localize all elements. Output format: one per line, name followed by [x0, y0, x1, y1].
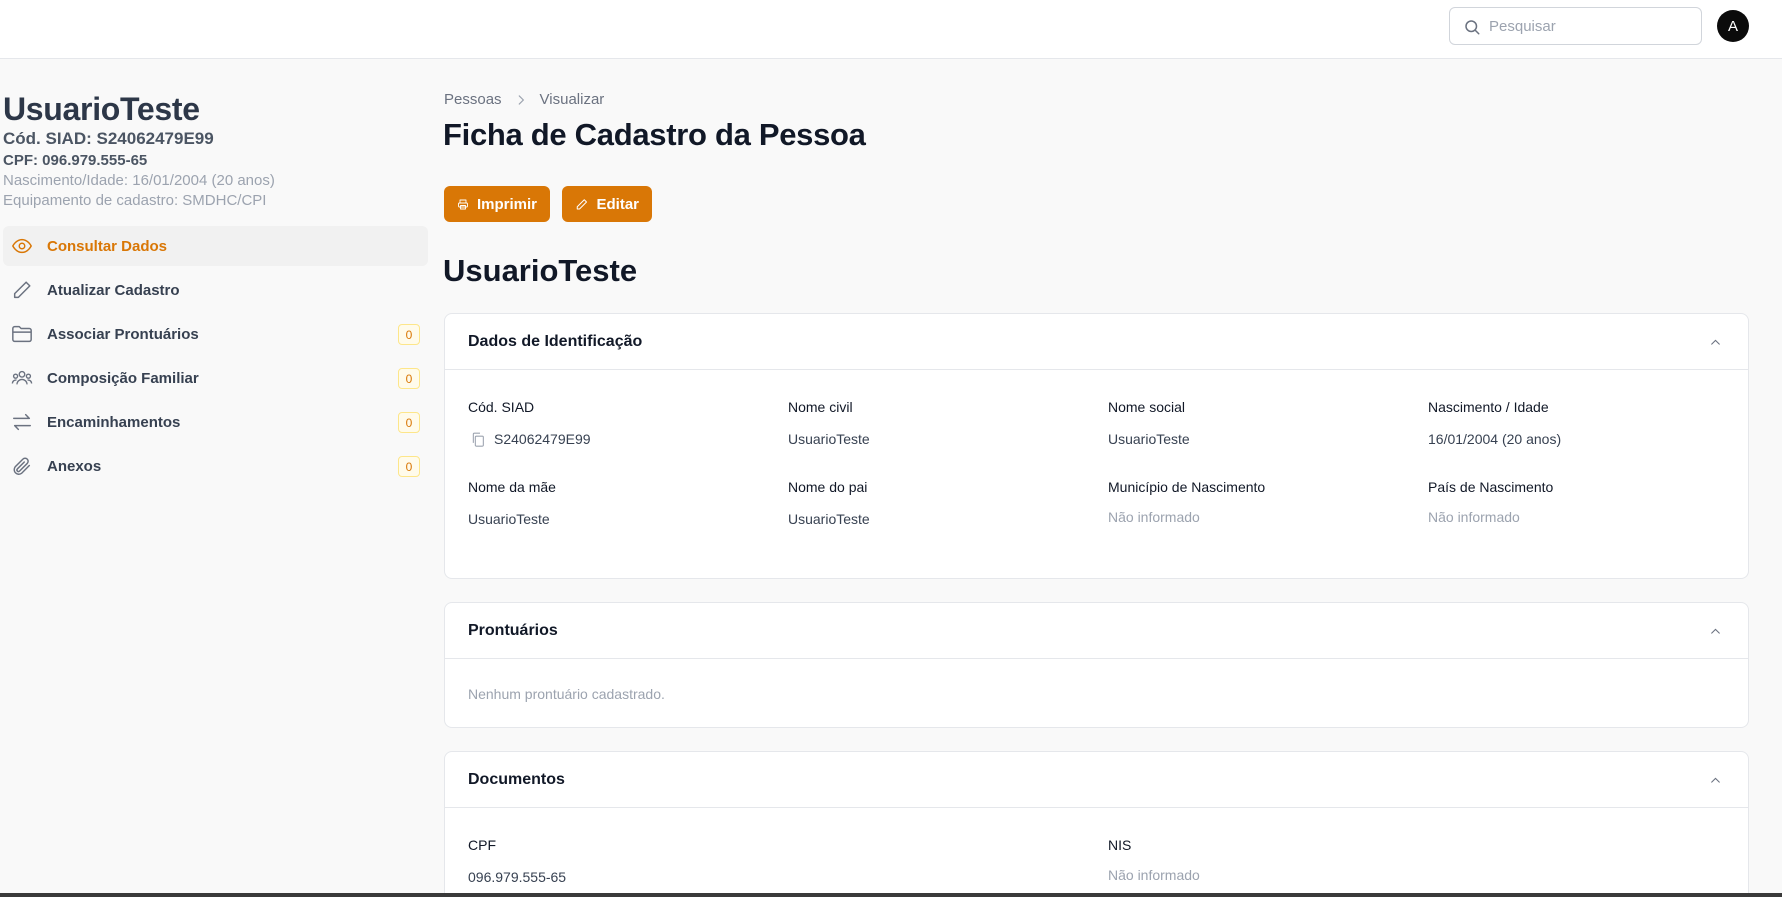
card-title: Prontuários [468, 622, 558, 639]
prontuarios-card-header[interactable]: Prontuários [445, 603, 1748, 659]
sidebar-item-label: Atualizar Cadastro [47, 281, 180, 299]
field-value: Não informado [1108, 509, 1200, 525]
count-badge: 0 [398, 412, 420, 433]
sidebar-item-composicao-familiar[interactable]: Composição Familiar 0 [3, 358, 428, 398]
chevron-up-icon[interactable] [1709, 774, 1722, 787]
field-label: País de Nascimento [1428, 479, 1554, 495]
breadcrumb: Pessoas Visualizar [444, 91, 604, 108]
breadcrumb-pessoas[interactable]: Pessoas [444, 91, 502, 108]
count-badge: 0 [398, 368, 420, 389]
field-label: CPF [468, 837, 496, 853]
field-value: 096.979.555-65 [468, 869, 567, 885]
pencil-icon [576, 198, 588, 210]
sidebar-nav: Consultar Dados Atualizar Cadastro Assoc… [3, 226, 428, 490]
person-cpf: CPF: 096.979.555-65 [3, 152, 148, 169]
chevron-right-icon [514, 93, 528, 107]
search-input[interactable] [1489, 17, 1689, 35]
search-box[interactable] [1449, 7, 1702, 45]
field-label: Nome da mãe [468, 479, 556, 495]
field-value: UsuarioTeste [1108, 431, 1190, 447]
sidebar-item-encaminhamentos[interactable]: Encaminhamentos 0 [3, 402, 428, 442]
person-siad: Cód. SIAD: S24062479E99 [3, 129, 214, 148]
sidebar-item-anexos[interactable]: Anexos 0 [3, 446, 428, 486]
sidebar-item-label: Associar Prontuários [47, 325, 199, 343]
field-value: UsuarioTeste [788, 431, 870, 447]
identification-card: Dados de Identificação Cód. SIAD S240624… [444, 313, 1749, 579]
field-label: Nome social [1108, 399, 1186, 415]
card-title: Documentos [468, 771, 565, 788]
field-value: 16/01/2004 (20 anos) [1428, 431, 1562, 447]
documentos-card: Documentos CPF 096.979.555-65 NIS Não in… [444, 751, 1749, 897]
identification-card-header[interactable]: Dados de Identificação [445, 314, 1748, 370]
edit-button[interactable]: Editar [562, 186, 652, 222]
folder-icon [12, 325, 32, 343]
copy-icon[interactable] [470, 431, 486, 448]
sidebar-item-label: Anexos [47, 457, 102, 475]
field-value: Não informado [1108, 867, 1200, 883]
sidebar-item-label: Consultar Dados [47, 237, 168, 255]
avatar[interactable]: A [1717, 10, 1749, 42]
print-label: Imprimir [476, 195, 537, 213]
sidebar-item-consultar-dados[interactable]: Consultar Dados [3, 226, 428, 266]
eye-icon [12, 238, 32, 254]
breadcrumb-visualizar: Visualizar [539, 91, 605, 108]
page-title: Ficha de Cadastro da Pessoa [443, 117, 866, 152]
window-bottom-border [0, 893, 1782, 897]
field-label: Cód. SIAD [468, 399, 535, 415]
field-value: UsuarioTeste [468, 511, 550, 527]
person-name: UsuarioTeste [3, 91, 200, 127]
field-value: S24062479E99 [494, 431, 591, 447]
printer-icon [458, 199, 468, 209]
field-label: Nascimento / Idade [1428, 399, 1549, 415]
field-value: Não informado [1428, 509, 1520, 525]
edit-label: Editar [596, 195, 639, 213]
person-equipment: Equipamento de cadastro: SMDHC/CPI [3, 192, 267, 209]
chevron-up-icon[interactable] [1709, 336, 1722, 349]
sidebar-item-label: Composição Familiar [47, 369, 199, 387]
count-badge: 0 [398, 456, 420, 477]
person-name-heading: UsuarioTeste [443, 253, 638, 288]
field-label: Município de Nascimento [1108, 479, 1266, 495]
pencil-icon [13, 281, 31, 299]
sidebar-item-atualizar-cadastro[interactable]: Atualizar Cadastro [3, 270, 428, 310]
field-label: Nome civil [788, 399, 853, 415]
count-badge: 0 [398, 324, 420, 345]
chevron-up-icon[interactable] [1709, 625, 1722, 638]
documentos-card-header[interactable]: Documentos [445, 752, 1748, 808]
field-label: Nome do pai [788, 479, 868, 495]
users-icon [11, 370, 33, 385]
arrows-exchange-icon [13, 413, 31, 431]
print-button[interactable]: Imprimir [444, 186, 550, 222]
card-title: Dados de Identificação [468, 333, 643, 350]
sidebar-item-associar-prontuarios[interactable]: Associar Prontuários 0 [3, 314, 428, 354]
sidebar: UsuarioTeste Cód. SIAD: S24062479E99 CPF… [0, 59, 430, 897]
field-label: NIS [1108, 837, 1132, 853]
top-bar: A [0, 0, 1782, 59]
person-birth: Nascimento/Idade: 16/01/2004 (20 anos) [3, 172, 275, 189]
empty-message: Nenhum prontuário cadastrado. [468, 686, 665, 702]
prontuarios-card: Prontuários Nenhum prontuário cadastrado… [444, 602, 1749, 728]
sidebar-item-label: Encaminhamentos [47, 413, 181, 431]
field-value: UsuarioTeste [788, 511, 870, 527]
paperclip-icon [13, 457, 31, 475]
search-icon [1465, 20, 1480, 35]
